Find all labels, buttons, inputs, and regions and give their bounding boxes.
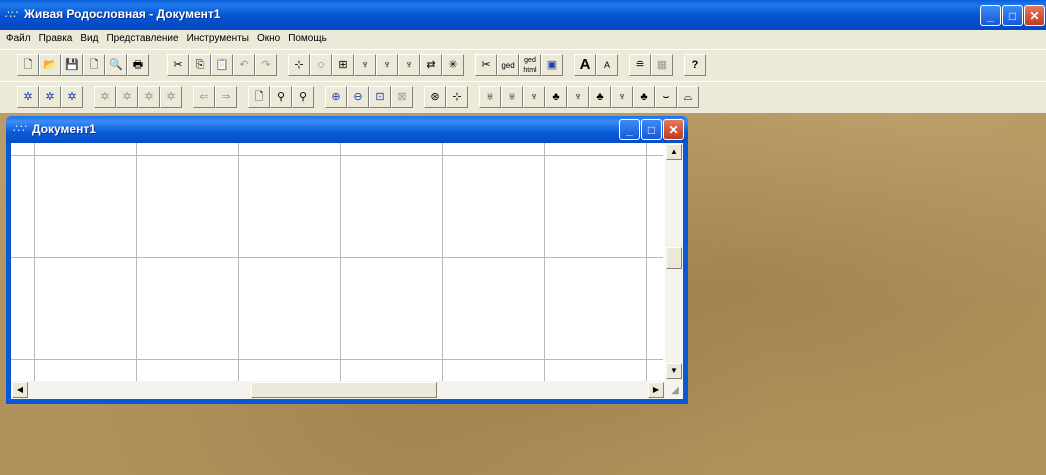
tree-branch2-icon[interactable]: ♆ [398, 54, 420, 76]
open-folder-icon[interactable]: 📂 [39, 54, 61, 76]
document-window: ∴∵ Документ1 _ □ ✕ ▲ ▼ ◀ ▶ ◢ [6, 116, 688, 404]
document-title: Документ1 [32, 122, 96, 136]
vertical-scrollbar[interactable]: ▲ ▼ [665, 143, 683, 381]
toolbar-tree: ✲ ✲ ✲ ✲ ✲ ✲ ✲ ⇐ ⇒ 🗋 ⚲ ⚲ ⊕ ⊖ ⊡ ⊠ ⊛ ⊹ ♅ ♅ … [0, 81, 1046, 113]
tools-icon[interactable]: ✂ [475, 54, 497, 76]
view-tree5-icon[interactable]: ♆ [567, 86, 589, 108]
font-smaller-icon[interactable]: A [596, 54, 618, 76]
scroll-right-icon[interactable]: ▶ [648, 382, 664, 398]
view-tree9-icon[interactable]: ⌣ [655, 86, 677, 108]
view-tree4-icon[interactable]: ♣ [545, 86, 567, 108]
document-canvas[interactable]: ▲ ▼ ◀ ▶ ◢ [11, 143, 683, 399]
relative2-icon[interactable]: ✲ [116, 86, 138, 108]
undo-icon[interactable]: ↶ [233, 54, 255, 76]
view-tree6-icon[interactable]: ♣ [589, 86, 611, 108]
scroll-left-icon[interactable]: ◀ [12, 382, 28, 398]
font-bigger-icon[interactable]: A [574, 54, 596, 76]
grid-line [238, 143, 239, 381]
forward-arrow-icon[interactable]: ⇒ [215, 86, 237, 108]
menu-view[interactable]: Вид [76, 30, 102, 44]
tree-branch-icon[interactable]: ♆ [376, 54, 398, 76]
view-tree3-icon[interactable]: ♆ [523, 86, 545, 108]
document-icon: ∴∵ [13, 123, 27, 135]
scroll-down-icon[interactable]: ▼ [666, 363, 682, 379]
menu-bar: Файл Правка Вид Представление Инструменты Окн… [0, 30, 1046, 49]
scroll-up-icon[interactable]: ▲ [666, 144, 682, 160]
toolbar-standard: 🗋 📂 💾 🗋 🔍 🖶 ✂ ⎘ 📋 ↶ ↷ ⊹ ◌ ⊞ ♆ ♆ ♆ ⇄ ✳ ✂ … [0, 49, 1046, 81]
grid-line [646, 143, 647, 381]
person-add3-icon[interactable]: ✲ [61, 86, 83, 108]
print-icon[interactable]: 🖶 [127, 54, 149, 76]
add-box-icon[interactable]: ⊞ [332, 54, 354, 76]
app-title: Живая Родословная - Документ1 [24, 7, 221, 21]
grid-line [34, 143, 35, 381]
zoom-fit-icon[interactable]: ⊡ [369, 86, 391, 108]
new-icon[interactable]: 🗋 [17, 54, 39, 76]
relative4-icon[interactable]: ✲ [160, 86, 182, 108]
zoom-out-icon[interactable]: ⊖ [347, 86, 369, 108]
person-add2-icon[interactable]: ✲ [39, 86, 61, 108]
close-button[interactable]: ✕ [1024, 5, 1045, 26]
menu-presentation[interactable]: Представление [102, 30, 182, 44]
app-titlebar: ∴∵ Живая Родословная - Документ1 _ □ ✕ [0, 0, 1046, 30]
grid-line [340, 143, 341, 381]
link-icon[interactable]: ⇄ [420, 54, 442, 76]
layers-icon[interactable]: ≘ [629, 54, 651, 76]
add-person-icon[interactable]: ⊹ [288, 54, 310, 76]
grid-line [544, 143, 545, 381]
document-titlebar: ∴∵ Документ1 _ □ ✕ [6, 116, 688, 143]
menu-edit[interactable]: Правка [35, 30, 77, 44]
page-icon[interactable]: 🗋 [248, 86, 270, 108]
relative3-icon[interactable]: ✲ [138, 86, 160, 108]
doc-close-button[interactable]: ✕ [663, 119, 684, 140]
expand-icon[interactable]: ⊹ [446, 86, 468, 108]
image-export-icon[interactable]: ▣ [541, 54, 563, 76]
blank-page-icon[interactable]: 🗋 [83, 54, 105, 76]
maximize-button[interactable]: □ [1002, 5, 1023, 26]
cut-icon[interactable]: ✂ [167, 54, 189, 76]
grid-icon[interactable]: ▦ [651, 54, 673, 76]
doc-maximize-button[interactable]: □ [641, 119, 662, 140]
view-tree7-icon[interactable]: ♆ [611, 86, 633, 108]
grid-line [11, 359, 663, 360]
ged-html-icon[interactable]: ged html [519, 54, 541, 76]
grid-line [11, 155, 663, 156]
view-tree8-icon[interactable]: ♣ [633, 86, 655, 108]
print-preview-icon[interactable]: 🔍 [105, 54, 127, 76]
horizontal-scrollbar[interactable]: ◀ ▶ ◢ [11, 381, 683, 399]
paste-icon[interactable]: 📋 [211, 54, 233, 76]
center-icon[interactable]: ⊛ [424, 86, 446, 108]
grid-line [136, 143, 137, 381]
help-icon[interactable]: ? [684, 54, 706, 76]
grid-line [11, 257, 663, 258]
redo-icon[interactable]: ↷ [255, 54, 277, 76]
app-icon: ∴∵ [5, 9, 18, 21]
ged-export-icon[interactable]: ged [497, 54, 519, 76]
minimize-button[interactable]: _ [980, 5, 1001, 26]
view-tree2-icon[interactable]: ♅ [501, 86, 523, 108]
save-icon[interactable]: 💾 [61, 54, 83, 76]
person-add-icon[interactable]: ✲ [17, 86, 39, 108]
binoculars-icon[interactable]: ⚲ [270, 86, 292, 108]
menu-help[interactable]: Помощь [284, 30, 331, 44]
vertical-scroll-thumb[interactable] [666, 247, 682, 269]
menu-tools[interactable]: Инструменты [183, 30, 253, 44]
grid-line [442, 143, 443, 381]
relative-icon[interactable]: ✲ [94, 86, 116, 108]
resize-grip-icon[interactable]: ◢ [668, 384, 682, 398]
horizontal-scroll-thumb[interactable] [251, 382, 437, 398]
back-arrow-icon[interactable]: ⇐ [193, 86, 215, 108]
copy-icon[interactable]: ⎘ [189, 54, 211, 76]
zoom-selection-icon[interactable]: ⊠ [391, 86, 413, 108]
magic-icon[interactable]: ✳ [442, 54, 464, 76]
tree-icon[interactable]: ♆ [354, 54, 376, 76]
add-circle-icon[interactable]: ◌ [310, 54, 332, 76]
view-tree1-icon[interactable]: ♅ [479, 86, 501, 108]
menu-file[interactable]: Файл [0, 30, 35, 44]
doc-minimize-button[interactable]: _ [619, 119, 640, 140]
find-next-icon[interactable]: ⚲ [292, 86, 314, 108]
menu-window[interactable]: Окно [253, 30, 284, 44]
view-tree10-icon[interactable]: ⌓ [677, 86, 699, 108]
zoom-in-icon[interactable]: ⊕ [325, 86, 347, 108]
